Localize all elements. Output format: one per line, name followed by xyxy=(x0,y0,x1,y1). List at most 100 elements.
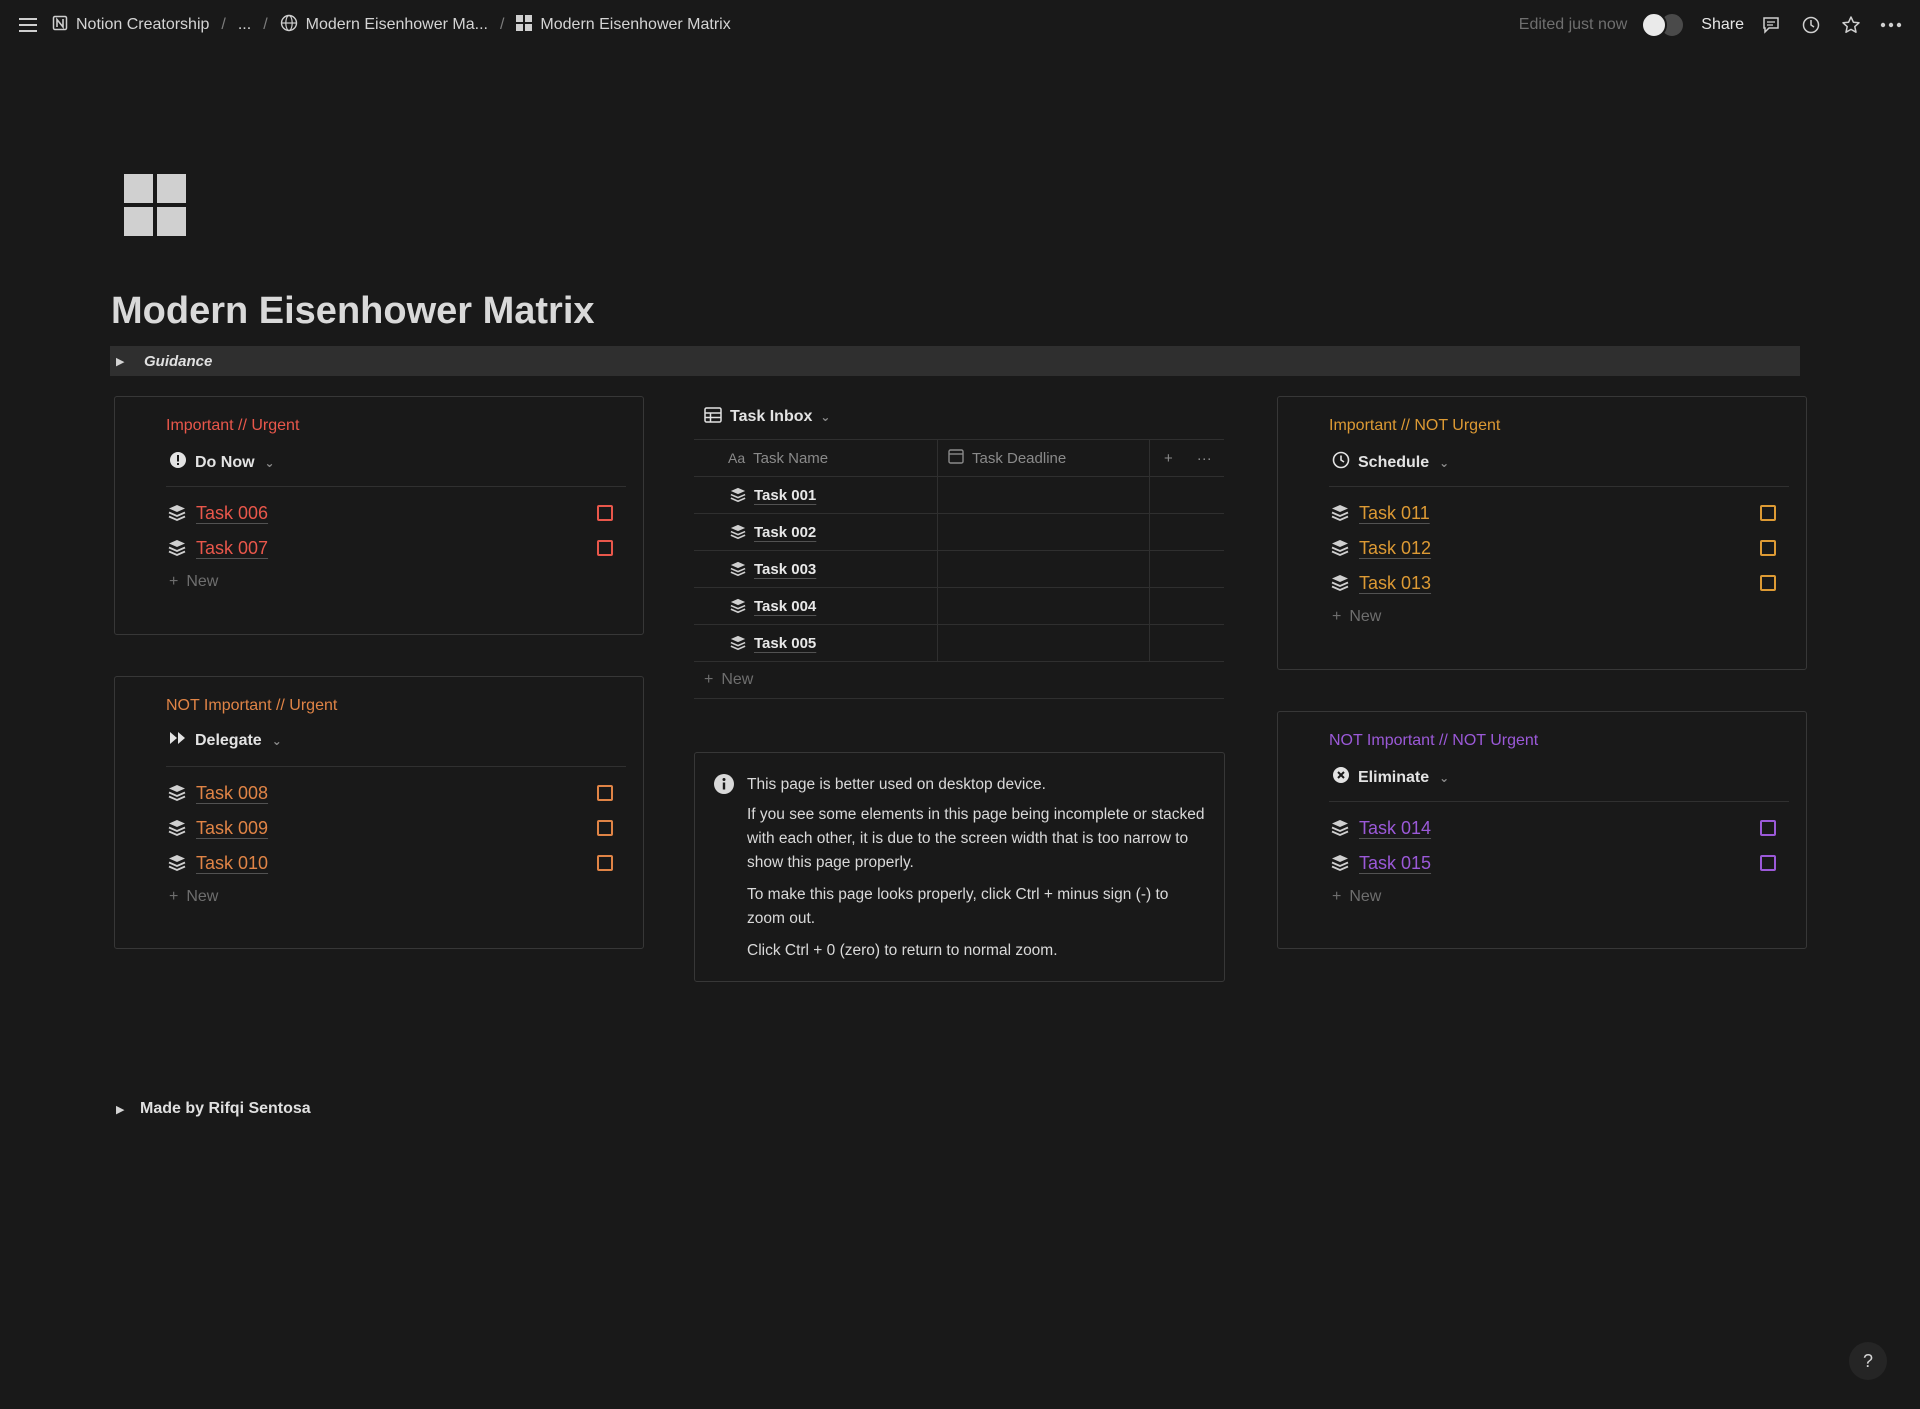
chevron-down-icon: ⌄ xyxy=(1439,770,1450,785)
more-icon[interactable] xyxy=(1878,12,1904,38)
view-selector-do-now[interactable]: Do Now ⌄ xyxy=(169,451,275,474)
task-checkbox[interactable] xyxy=(597,855,613,871)
layers-icon xyxy=(168,855,186,871)
table-cell-task-deadline[interactable] xyxy=(938,477,1150,513)
layers-icon xyxy=(730,561,746,577)
view-label: Eliminate xyxy=(1358,768,1430,786)
breadcrumb-separator: / xyxy=(499,16,505,33)
table-cell-task-deadline[interactable] xyxy=(938,588,1150,624)
list-item[interactable]: Task 007 xyxy=(168,533,613,563)
clock-icon[interactable] xyxy=(1798,12,1824,38)
page-title[interactable]: Modern Eisenhower Matrix xyxy=(111,290,595,333)
task-table: Aa Task Name Task Deadline + ··· Task 00… xyxy=(694,439,1224,699)
layers-icon xyxy=(168,540,186,556)
table-row[interactable]: Task 001 xyxy=(694,477,1224,514)
new-row-button[interactable]: + New xyxy=(694,662,1224,699)
table-row[interactable]: Task 004 xyxy=(694,588,1224,625)
task-name: Task 007 xyxy=(196,537,269,558)
more-options-button[interactable]: ··· xyxy=(1197,450,1212,467)
table-cell-task-deadline[interactable] xyxy=(938,551,1150,587)
list-item[interactable]: Task 014 xyxy=(1331,813,1776,843)
view-selector-schedule[interactable]: Schedule ⌄ xyxy=(1332,451,1449,474)
task-checkbox[interactable] xyxy=(597,820,613,836)
table-cell-task-name[interactable]: Task 003 xyxy=(694,551,938,587)
column-header-task-name[interactable]: Aa Task Name xyxy=(694,440,938,476)
add-property-button[interactable]: + xyxy=(1164,450,1173,467)
breadcrumb-ellipsis[interactable]: ... xyxy=(234,14,255,36)
layers-icon xyxy=(168,785,186,801)
list-item[interactable]: Task 006 xyxy=(168,498,613,528)
task-checkbox[interactable] xyxy=(597,505,613,521)
new-label: New xyxy=(186,573,219,590)
task-checkbox[interactable] xyxy=(1760,575,1776,591)
list-item[interactable]: Task 015 xyxy=(1331,848,1776,878)
new-item-button[interactable]: + New xyxy=(1332,888,1381,906)
breadcrumb-parent[interactable]: Modern Eisenhower Ma... xyxy=(276,12,492,39)
fast-forward-icon xyxy=(169,731,187,750)
x-circle-icon xyxy=(1332,766,1350,789)
list-item[interactable]: Task 008 xyxy=(168,778,613,808)
list-item[interactable]: Task 009 xyxy=(168,813,613,843)
table-row[interactable]: Task 003 xyxy=(694,551,1224,588)
layers-icon xyxy=(1331,855,1349,871)
toggle-arrow-icon[interactable]: ▶ xyxy=(116,355,134,368)
table-cell-task-name[interactable]: Task 001 xyxy=(694,477,938,513)
task-checkbox[interactable] xyxy=(1760,855,1776,871)
quadrant-heading: NOT Important // Urgent xyxy=(166,697,338,714)
list-item[interactable]: Task 011 xyxy=(1331,498,1776,528)
quadrant-eliminate: NOT Important // NOT Urgent Eliminate ⌄ … xyxy=(1277,711,1807,949)
breadcrumb-current[interactable]: Modern Eisenhower Matrix xyxy=(512,13,734,38)
page-grid-icon[interactable] xyxy=(124,174,186,236)
divider xyxy=(1329,801,1789,802)
column-header-task-deadline[interactable]: Task Deadline xyxy=(938,440,1150,476)
share-button[interactable]: Share xyxy=(1701,16,1744,34)
table-cell-task-name[interactable]: Task 004 xyxy=(694,588,938,624)
notion-icon xyxy=(52,15,68,36)
view-selector-eliminate[interactable]: Eliminate ⌄ xyxy=(1332,766,1449,789)
table-row[interactable]: Task 005 xyxy=(694,625,1224,662)
table-cell-empty xyxy=(1150,477,1224,513)
task-checkbox[interactable] xyxy=(597,785,613,801)
menu-icon[interactable] xyxy=(16,12,42,38)
breadcrumb-workspace[interactable]: Notion Creatorship xyxy=(48,13,213,38)
new-item-button[interactable]: + New xyxy=(169,888,218,906)
table-cell-empty xyxy=(1150,551,1224,587)
task-name: Task 006 xyxy=(196,502,269,523)
table-row[interactable]: Task 002 xyxy=(694,514,1224,551)
breadcrumb-current-label: Modern Eisenhower Matrix xyxy=(540,16,731,33)
made-by-toggle[interactable]: ▶ Made by Rifqi Sentosa xyxy=(116,1100,311,1118)
made-by-label: Made by Rifqi Sentosa xyxy=(140,1100,311,1117)
help-button[interactable]: ? xyxy=(1849,1342,1887,1380)
table-cell-task-deadline[interactable] xyxy=(938,625,1150,661)
guidance-toggle[interactable]: ▶ Guidance xyxy=(110,346,1800,376)
table-cell-task-name[interactable]: Task 005 xyxy=(694,625,938,661)
quadrant-do-now: Important // Urgent Do Now ⌄ Task 006 Ta… xyxy=(114,396,644,635)
task-checkbox[interactable] xyxy=(1760,820,1776,836)
plus-icon: + xyxy=(169,573,179,590)
list-item[interactable]: Task 013 xyxy=(1331,568,1776,598)
list-item[interactable]: Task 012 xyxy=(1331,533,1776,563)
list-item[interactable]: Task 010 xyxy=(168,848,613,878)
task-checkbox[interactable] xyxy=(597,540,613,556)
view-selector-delegate[interactable]: Delegate ⌄ xyxy=(169,731,282,750)
star-icon[interactable] xyxy=(1838,12,1864,38)
comment-icon[interactable] xyxy=(1758,12,1784,38)
task-inbox: Task Inbox ⌄ Aa Task Name Task Deadline … xyxy=(694,400,1224,699)
new-label: New xyxy=(186,888,219,905)
layers-icon xyxy=(1331,820,1349,836)
table-cell-task-name[interactable]: Task 002 xyxy=(694,514,938,550)
task-name: Task 014 xyxy=(1359,817,1432,838)
new-item-button[interactable]: + New xyxy=(169,573,218,591)
callout-text: If you see some elements in this page be… xyxy=(747,806,1205,871)
breadcrumb-separator: / xyxy=(221,16,226,33)
quadrant-heading: Important // Urgent xyxy=(166,417,300,434)
table-cell-task-deadline[interactable] xyxy=(938,514,1150,550)
layers-icon xyxy=(730,524,746,540)
task-checkbox[interactable] xyxy=(1760,505,1776,521)
toggle-arrow-icon[interactable]: ▶ xyxy=(116,1103,134,1116)
task-checkbox[interactable] xyxy=(1760,540,1776,556)
task-inbox-view-selector[interactable]: Task Inbox ⌄ xyxy=(704,400,1224,434)
new-label: New xyxy=(721,671,754,688)
new-item-button[interactable]: + New xyxy=(1332,608,1381,626)
collaborator-avatars[interactable] xyxy=(1641,12,1687,38)
